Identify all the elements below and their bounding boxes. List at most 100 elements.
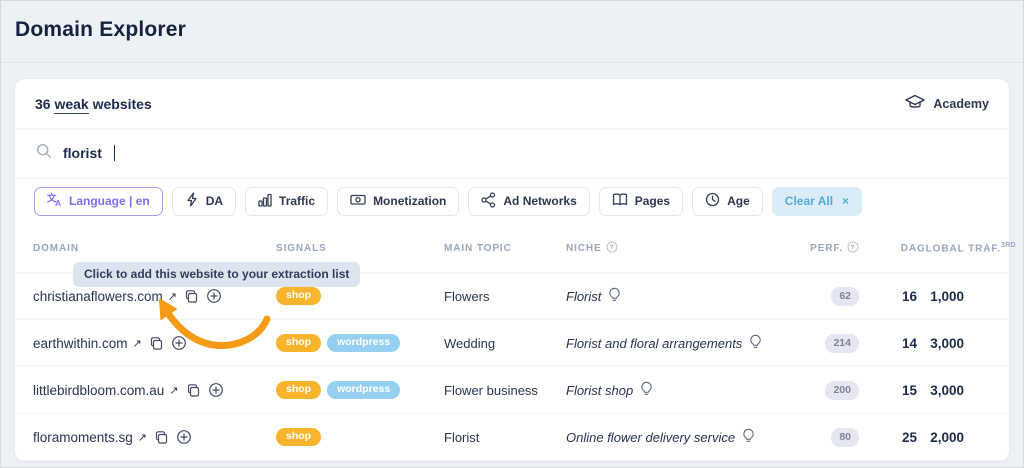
domain-link[interactable]: earthwithin.com — [33, 336, 128, 351]
add-to-extraction-icon[interactable] — [171, 335, 187, 351]
niche-label: Florist and floral arrangements — [566, 336, 742, 351]
signals-cell: shop — [276, 287, 444, 305]
lightbulb-icon[interactable] — [748, 334, 763, 353]
col-main-topic: MAIN TOPIC — [444, 243, 566, 254]
perf-badge: 200 — [825, 381, 859, 400]
domain-cell: earthwithin.com ↗ — [33, 335, 276, 351]
global-traf-cell: 2,000 — [917, 430, 991, 445]
translate-icon: 文 A — [47, 192, 62, 210]
close-icon[interactable]: × — [842, 194, 849, 208]
perf-badge: 80 — [831, 428, 859, 447]
filter-ad-networks[interactable]: Ad Networks — [468, 187, 589, 216]
lightbulb-icon[interactable] — [741, 428, 756, 447]
svg-text:A: A — [55, 198, 61, 207]
col-signals: SIGNALS — [276, 243, 444, 254]
col-global-traf-label: GLOBAL TRAF. — [917, 243, 1001, 254]
add-to-extraction-icon[interactable] — [206, 288, 222, 304]
banknote-icon — [350, 192, 366, 210]
external-link-icon[interactable]: ↗ — [138, 431, 147, 444]
niche-cell: Florist — [566, 287, 779, 306]
perf-cell: 62 — [779, 286, 859, 306]
domain-cell: littlebirdbloom.com.au ↗ — [33, 382, 276, 398]
col-perf: PERF. ? — [779, 241, 859, 256]
extraction-tooltip: Click to add this website to your extrac… — [73, 262, 360, 287]
da-cell: 14 — [859, 336, 917, 351]
main-topic-cell: Wedding — [444, 336, 566, 351]
graduation-cap-icon — [905, 94, 925, 114]
table-row: floramoments.sg ↗ shop Florist — [15, 414, 1009, 461]
filter-age-label: Age — [727, 194, 750, 208]
col-da: DA — [859, 243, 917, 254]
search-value: florist — [63, 145, 102, 161]
add-to-extraction-icon[interactable] — [208, 382, 224, 398]
col-global-traf: GLOBAL TRAF.3RD — [917, 242, 991, 254]
niche-label: Florist shop — [566, 383, 633, 398]
domain-link[interactable]: christianaflowers.com — [33, 289, 163, 304]
bar-chart-icon — [258, 193, 272, 210]
col-niche: NICHE ? — [566, 241, 779, 256]
results-suffix: websites — [93, 96, 152, 112]
clear-all-label: Clear All — [785, 194, 833, 208]
copy-icon[interactable] — [149, 336, 164, 351]
svg-text:?: ? — [850, 244, 855, 251]
perf-badge: 214 — [825, 334, 859, 353]
filter-traffic[interactable]: Traffic — [245, 187, 328, 216]
main-topic-cell: Flowers — [444, 289, 566, 304]
col-perf-label: PERF. — [810, 243, 843, 254]
filter-da-label: DA — [206, 194, 223, 208]
filters-row: 文 A Language | en DA — [15, 178, 1009, 224]
share-icon — [481, 192, 496, 211]
filter-monetization-label: Monetization — [373, 194, 446, 208]
domain-link[interactable]: floramoments.sg — [33, 430, 133, 445]
domain-explorer-page: Domain Explorer 36 weak websites Academy — [0, 0, 1024, 468]
svg-text:?: ? — [609, 244, 614, 251]
filter-monetization[interactable]: Monetization — [337, 187, 459, 216]
results-summary: 36 weak websites — [35, 96, 152, 112]
domain-cell: christianaflowers.com ↗ — [33, 288, 276, 304]
clear-all-button[interactable]: Clear All × — [772, 187, 862, 216]
lightbulb-icon[interactable] — [639, 381, 654, 400]
academy-link[interactable]: Academy — [905, 94, 989, 114]
signal-badge-shop: shop — [276, 334, 321, 352]
help-icon[interactable]: ? — [847, 241, 859, 256]
help-icon[interactable]: ? — [606, 241, 618, 256]
table-row: littlebirdbloom.com.au ↗ shop wordpress — [15, 367, 1009, 414]
add-to-extraction-icon[interactable] — [176, 429, 192, 445]
results-count: 36 — [35, 96, 51, 112]
text-caret — [114, 145, 115, 161]
perf-cell: 200 — [779, 380, 859, 400]
lightbulb-icon[interactable] — [607, 287, 622, 306]
da-cell: 25 — [859, 430, 917, 445]
external-link-icon[interactable]: ↗ — [133, 337, 142, 350]
copy-icon[interactable] — [184, 289, 199, 304]
signals-cell: shop wordpress — [276, 334, 444, 352]
global-traf-cell: 3,000 — [917, 336, 991, 351]
filter-da[interactable]: DA — [172, 187, 236, 216]
search-input[interactable]: florist — [15, 129, 1009, 178]
filter-pages-label: Pages — [635, 194, 670, 208]
filter-age[interactable]: Age — [692, 187, 763, 216]
filter-traffic-label: Traffic — [279, 194, 315, 208]
results-highlight[interactable]: weak — [54, 96, 88, 114]
signals-cell: shop wordpress — [276, 381, 444, 399]
global-traf-cell: 1,000 — [917, 289, 991, 304]
filter-pages[interactable]: Pages — [599, 187, 683, 216]
signal-badge-shop: shop — [276, 428, 321, 446]
global-traf-cell: 3,000 — [917, 383, 991, 398]
signal-badge-wordpress: wordpress — [327, 334, 400, 352]
col-niche-label: NICHE — [566, 243, 602, 254]
filter-language-label: Language | en — [69, 194, 150, 208]
copy-icon[interactable] — [186, 383, 201, 398]
copy-icon[interactable] — [154, 430, 169, 445]
page-title: Domain Explorer — [15, 18, 186, 42]
niche-label: Online flower delivery service — [566, 430, 735, 445]
table-row: earthwithin.com ↗ shop wordpress — [15, 320, 1009, 367]
signal-badge-shop: shop — [276, 381, 321, 399]
signal-badge-shop: shop — [276, 287, 321, 305]
filter-language[interactable]: 文 A Language | en — [34, 187, 163, 216]
external-link-icon[interactable]: ↗ — [169, 384, 178, 397]
niche-label: Florist — [566, 289, 601, 304]
filter-ad-networks-label: Ad Networks — [503, 194, 576, 208]
domain-link[interactable]: littlebirdbloom.com.au — [33, 383, 164, 398]
external-link-icon[interactable]: ↗ — [168, 290, 177, 303]
